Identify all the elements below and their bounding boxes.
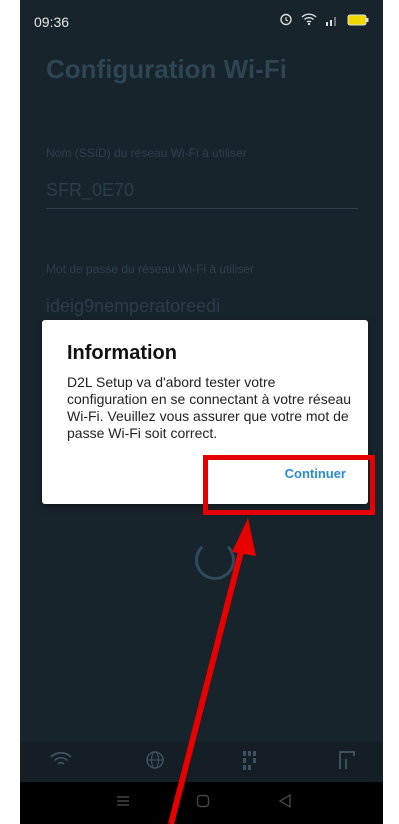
annotation-arrow-icon <box>168 518 256 824</box>
